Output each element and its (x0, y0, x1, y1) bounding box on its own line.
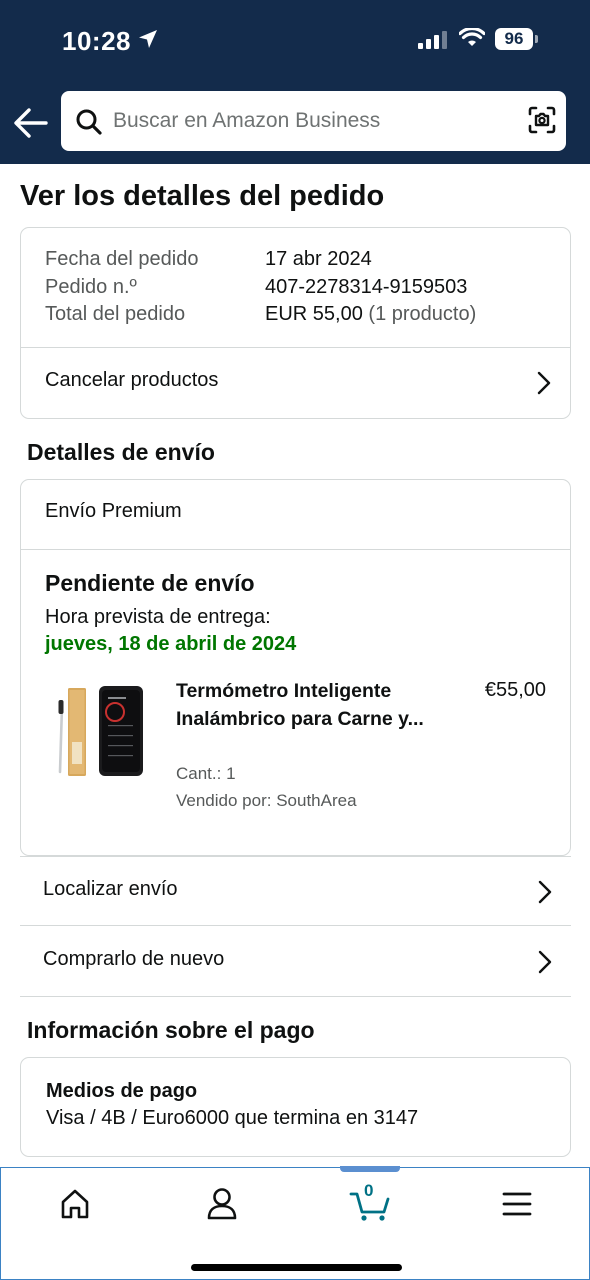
cancel-products-label: Cancelar productos (45, 369, 219, 391)
shipping-section-title: Detalles de envío (27, 439, 215, 465)
wifi-icon (459, 28, 485, 46)
home-icon[interactable] (45, 1184, 105, 1224)
order-date-value: 17 abr 2024 (265, 248, 372, 270)
delivery-eta-label: Hora prevista de entrega: (45, 606, 271, 628)
payment-method-card: Medios de pago Visa / 4B / Euro6000 que … (20, 1057, 571, 1157)
location-arrow-icon (139, 30, 157, 48)
order-info: Fecha del pedido 17 abr 2024 Pedido n.º … (45, 246, 476, 329)
product-image[interactable] (49, 682, 149, 782)
product-quantity: Cant.: 1 (176, 764, 236, 783)
shipment-card: Envío Premium Pendiente de envío Hora pr… (20, 479, 571, 856)
app-header: 10:28 96 (0, 0, 590, 164)
battery-indicator: 96 (495, 28, 533, 50)
battery-tip (535, 35, 538, 43)
order-date-label: Fecha del pedido (45, 248, 199, 270)
buy-again-label: Comprarlo de nuevo (43, 948, 225, 970)
payment-section-title: Información sobre el pago (27, 1017, 315, 1043)
camera-scan-icon[interactable] (528, 106, 556, 134)
chevron-right-icon (538, 880, 552, 904)
order-number-value: 407-2278314-9159503 (265, 275, 468, 298)
delivery-eta-date: jueves, 18 de abril de 2024 (45, 633, 297, 655)
payment-method-title: Medios de pago (46, 1080, 198, 1102)
back-arrow-icon[interactable] (12, 104, 50, 142)
product-seller: Vendido por: SouthArea (176, 791, 357, 810)
track-shipment-label: Localizar envío (43, 878, 178, 900)
home-indicator (191, 1264, 402, 1271)
status-time: 10:28 (62, 26, 131, 56)
menu-icon[interactable] (487, 1184, 547, 1224)
chevron-right-icon (537, 371, 551, 395)
search-bar[interactable] (61, 91, 566, 151)
order-number-row: Pedido n.º 407-2278314-9159503 (45, 274, 476, 302)
order-total-value: EUR 55,00 (1 producto) (265, 301, 476, 329)
cancel-products-link[interactable]: Cancelar productos (21, 348, 570, 418)
page-title: Ver los detalles del pedido (20, 180, 385, 212)
cart-button[interactable]: 0 (340, 1181, 400, 1224)
order-total-label: Total del pedido (45, 303, 186, 325)
track-shipment-link[interactable]: Localizar envío (20, 856, 571, 926)
buy-again-link[interactable]: Comprarlo de nuevo (20, 927, 571, 997)
search-icon (76, 109, 102, 135)
shipping-type: Envío Premium (45, 500, 182, 522)
order-summary-card: Fecha del pedido 17 abr 2024 Pedido n.º … (20, 227, 571, 419)
order-total-row: Total del pedido EUR 55,00 (1 producto) (45, 301, 476, 329)
product-title-link[interactable]: Termómetro Inteligente Inalámbrico para … (176, 678, 441, 733)
order-total-amount: EUR 55,00 (265, 303, 363, 325)
order-date-row: Fecha del pedido 17 abr 2024 (45, 246, 476, 274)
search-input[interactable] (113, 91, 518, 151)
active-tab-indicator (340, 1166, 400, 1172)
product-price: €55,00 (484, 679, 546, 701)
order-total-note: (1 producto) (368, 303, 477, 325)
account-icon[interactable] (192, 1184, 252, 1224)
payment-method-value: Visa / 4B / Euro6000 que termina en 3147 (46, 1107, 419, 1129)
order-number-label: Pedido n.º (45, 275, 137, 298)
bottom-nav-bar: 0 (0, 1166, 590, 1280)
chevron-right-icon (538, 950, 552, 974)
divider (21, 549, 570, 550)
cellular-signal-icon (418, 31, 447, 49)
shipment-status: Pendiente de envío (45, 570, 255, 596)
cart-count: 0 (364, 1181, 374, 1200)
